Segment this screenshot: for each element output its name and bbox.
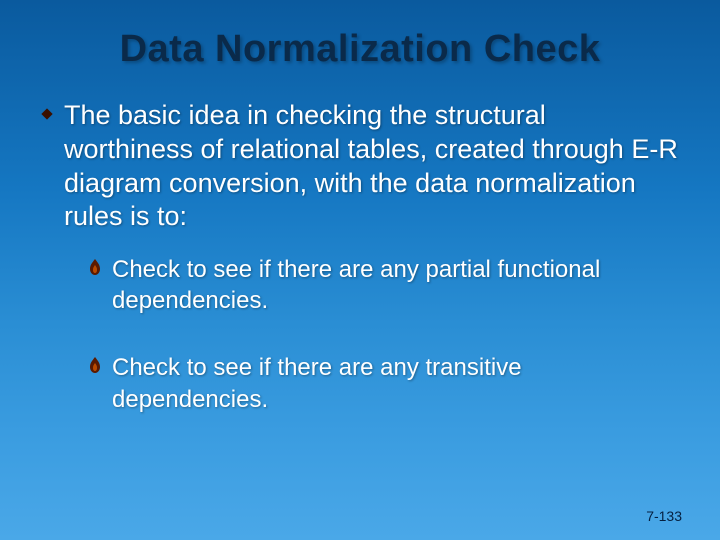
main-bullet: The basic idea in checking the structura… [40, 99, 680, 234]
slide-title: Data Normalization Check [40, 28, 680, 71]
flame-icon [88, 356, 102, 374]
main-bullet-text: The basic idea in checking the structura… [64, 99, 680, 234]
flame-icon [88, 258, 102, 276]
sub-list: Check to see if there are any partial fu… [88, 254, 680, 415]
slide-number: 7-133 [646, 508, 682, 524]
sub-bullet: Check to see if there are any transitive… [88, 352, 680, 414]
sub-bullet: Check to see if there are any partial fu… [88, 254, 680, 316]
diamond-icon [40, 107, 54, 121]
sub-bullet-text: Check to see if there are any partial fu… [112, 254, 680, 316]
slide: Data Normalization Check The basic idea … [0, 0, 720, 540]
sub-bullet-text: Check to see if there are any transitive… [112, 352, 680, 414]
